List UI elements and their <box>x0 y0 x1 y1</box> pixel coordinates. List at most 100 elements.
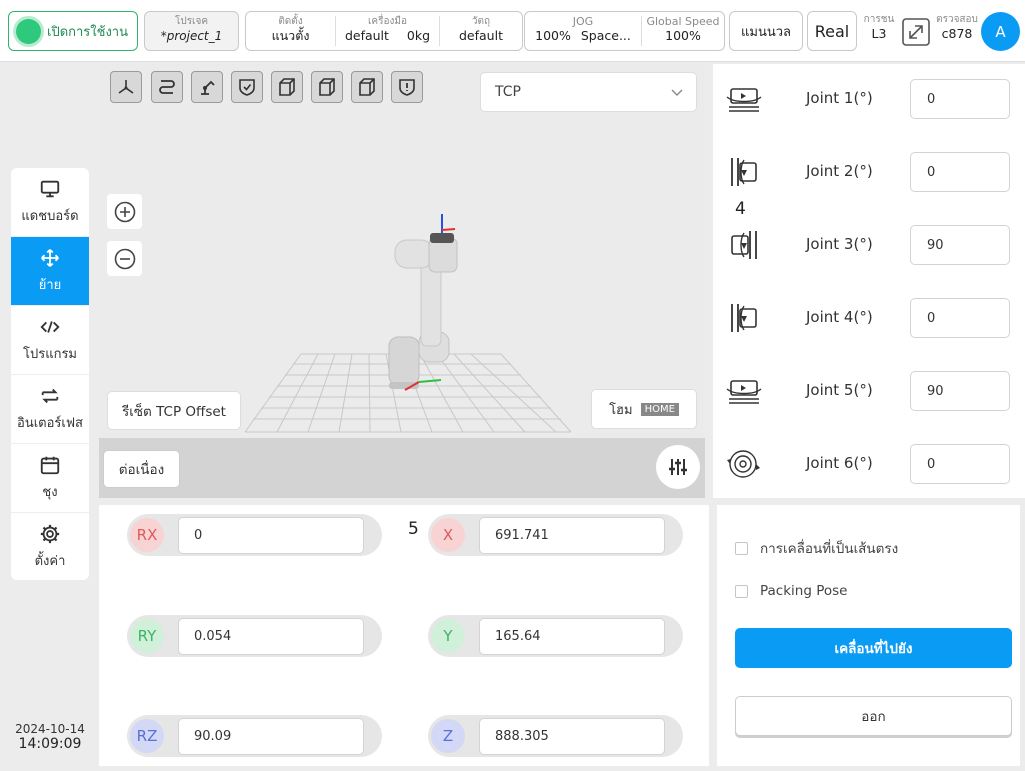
packing-pose-option[interactable]: Packing Pose <box>735 583 847 599</box>
cube-icon <box>359 78 375 96</box>
view-cube-side-button[interactable] <box>311 71 343 103</box>
zoom-out-button[interactable] <box>107 241 142 276</box>
expand-icon[interactable] <box>901 17 931 47</box>
x-badge: X <box>431 518 465 552</box>
robot-3d-view[interactable]: TCP รีเซ็ต TCP Offset โฮม HOME ต่อเนื่อง <box>99 64 705 498</box>
joint-shoulder-icon <box>731 158 757 186</box>
reset-tcp-offset-button[interactable]: รีเซ็ต TCP Offset <box>107 391 241 430</box>
nav-label-schedule: ชุง <box>42 485 58 500</box>
joint-4-label: Joint 4(°) <box>806 308 873 326</box>
nav-label-settings: ตั้งค่า <box>34 554 66 569</box>
move-to-button[interactable]: เคลื่อนที่ไปยัง <box>735 628 1012 668</box>
check-box[interactable]: ตรวจสอบ c878 <box>932 14 982 42</box>
joint-5-input[interactable]: 90 <box>910 371 1010 411</box>
reference-frame-value: TCP <box>495 84 521 100</box>
joint-row-2: Joint 2(°) 0 <box>713 152 1025 192</box>
nav-item-dashboard[interactable]: แดชบอร์ด <box>11 168 89 237</box>
tool-value-row: default 0kg <box>336 28 439 44</box>
zoom-in-button[interactable] <box>107 194 142 229</box>
linear-motion-option[interactable]: การเคลื่อนที่เป็นเส้นตรง <box>735 537 898 559</box>
x-input[interactable]: 691.741 <box>479 517 665 554</box>
view-cube-front-button[interactable] <box>271 71 303 103</box>
y-input[interactable]: 165.64 <box>479 618 665 655</box>
x-row: X 691.741 <box>428 514 683 556</box>
chevron-down-icon <box>671 89 683 96</box>
nav-item-interface[interactable]: อินเตอร์เฟส <box>11 375 89 444</box>
exit-button[interactable]: ออก <box>735 696 1012 736</box>
power-status-icon <box>16 18 41 44</box>
user-avatar[interactable]: A <box>981 12 1020 51</box>
nav-label-move: ย้าย <box>38 278 62 293</box>
zoom-out-icon <box>114 248 135 269</box>
z-input[interactable]: 888.305 <box>479 718 665 755</box>
nav-item-move[interactable]: ย้าย <box>11 237 89 306</box>
object-value: default <box>459 28 503 43</box>
view-path-button[interactable] <box>151 71 183 103</box>
view-shield-button[interactable] <box>231 71 263 103</box>
tool-cell: เครื่องมือ default 0kg <box>336 16 440 46</box>
global-speed-value: 100% <box>665 28 701 43</box>
check-label: ตรวจสอบ <box>936 14 978 25</box>
jog-label: JOG <box>572 15 594 28</box>
reference-frame-select[interactable]: TCP <box>480 72 697 112</box>
home-tag: HOME <box>640 402 679 416</box>
object-label: วัตถุ <box>471 16 491 27</box>
view-shield-alert-button[interactable] <box>391 71 423 103</box>
nav-item-schedule[interactable]: ชุง <box>11 444 89 513</box>
packing-pose-label: Packing Pose <box>760 583 848 599</box>
move-icon <box>41 249 59 267</box>
continuous-mode-button[interactable]: ต่อเนื่อง <box>103 450 180 488</box>
real-mode-button[interactable]: Real <box>807 11 857 51</box>
collision-level[interactable]: การชน L3 <box>860 14 898 42</box>
path-icon <box>159 80 175 94</box>
collision-value: L3 <box>871 26 887 41</box>
joint-6-label: Joint 6(°) <box>806 454 873 472</box>
packing-pose-checkbox[interactable] <box>735 584 748 598</box>
enable-power-button[interactable]: เปิดการใช้งาน <box>8 11 138 51</box>
joint-2-input[interactable]: 0 <box>910 152 1010 192</box>
joint-3-input[interactable]: 90 <box>910 225 1010 265</box>
rz-input[interactable]: 90.09 <box>178 718 364 755</box>
jog-box[interactable]: JOG 100% Space... Global Speed 100% <box>524 11 725 51</box>
nav-label-dashboard: แดชบอร์ด <box>21 209 79 224</box>
joint-4-input[interactable]: 0 <box>910 298 1010 338</box>
joint-wrist2-icon <box>726 380 762 404</box>
jog-value-row: 100% Space... <box>525 28 641 44</box>
linear-motion-checkbox[interactable] <box>735 541 748 555</box>
home-button[interactable]: โฮม HOME <box>591 389 697 429</box>
joint-5-label: Joint 5(°) <box>806 381 873 399</box>
action-panel: การเคลื่อนที่เป็นเส้นตรง Packing Pose เค… <box>717 505 1020 766</box>
clock: 2024-10-14 14:09:09 <box>0 722 100 752</box>
view-robot-button[interactable] <box>191 71 223 103</box>
manual-mode-button[interactable]: แมนนวล <box>729 11 803 51</box>
installation-box[interactable]: ติดตั้ง แนวตั้ง เครื่องมือ default 0kg ว… <box>245 11 523 51</box>
top-bar: เปิดการใช้งาน โปรเจค *project_1 ติดตั้ง … <box>0 0 1025 62</box>
y-badge: Y <box>431 619 465 653</box>
project-box[interactable]: โปรเจค *project_1 <box>144 11 239 51</box>
tool-weight: 0kg <box>406 28 431 43</box>
joint-1-input[interactable]: 0 <box>910 79 1010 119</box>
side-nav: แดชบอร์ด ย้าย โปรแกรม อินเตอร์เฟส ชุง ตั… <box>11 168 89 580</box>
adjust-settings-button[interactable] <box>656 445 700 489</box>
joint-panel: Joint 1(°) 0 Joint 2(°) 0 Joint 3(°) 90 … <box>713 64 1025 498</box>
rx-input[interactable]: 0 <box>178 517 364 554</box>
global-speed-label: Global Speed <box>646 15 720 28</box>
joint-6-input[interactable]: 0 <box>910 444 1010 484</box>
view-axis-button[interactable] <box>110 71 142 103</box>
power-label: เปิดการใช้งาน <box>47 24 128 40</box>
collision-label: การชน <box>863 14 895 25</box>
axis-tripod-icon <box>118 80 134 94</box>
nav-item-settings[interactable]: ตั้งค่า <box>11 513 89 580</box>
swap-icon <box>41 388 59 404</box>
rx-row: RX 0 <box>127 514 382 556</box>
joint-3-label: Joint 3(°) <box>806 235 873 253</box>
joint-row-4: Joint 4(°) 0 <box>713 298 1025 338</box>
view-bottom-bar: ต่อเนื่อง <box>99 438 705 498</box>
view-cube-top-button[interactable] <box>351 71 383 103</box>
clock-date: 2024-10-14 <box>15 722 85 736</box>
nav-item-program[interactable]: โปรแกรม <box>11 306 89 375</box>
joint-row-1: Joint 1(°) 0 <box>713 79 1025 119</box>
joint-wrist1-icon <box>731 304 757 332</box>
ry-input[interactable]: 0.054 <box>178 618 364 655</box>
joint-2-label: Joint 2(°) <box>806 162 873 180</box>
